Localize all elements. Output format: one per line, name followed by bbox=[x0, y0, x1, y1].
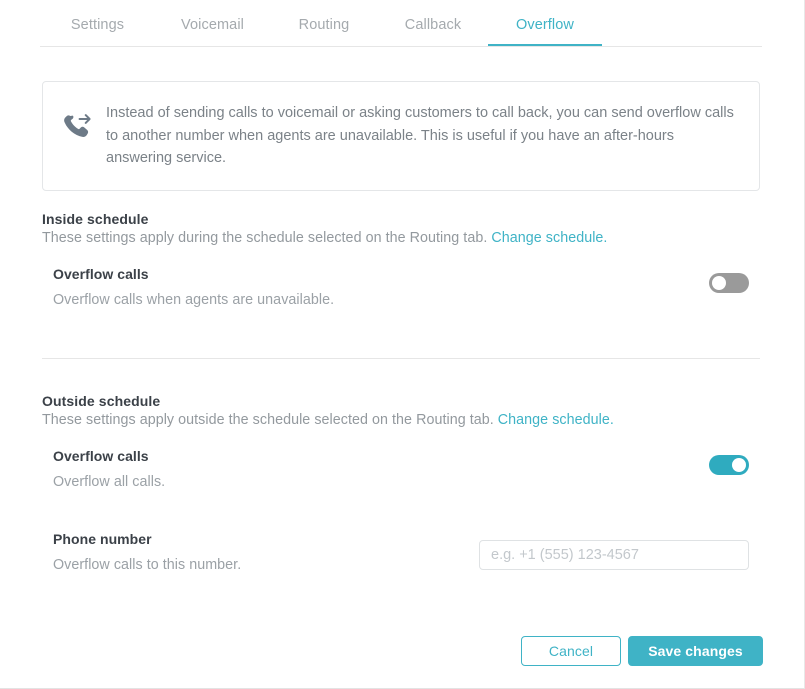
phone-number-title: Phone number bbox=[53, 531, 152, 547]
outside-change-schedule-link[interactable]: Change schedule. bbox=[498, 412, 614, 428]
info-banner-text: Instead of sending calls to voicemail or… bbox=[106, 105, 734, 166]
inside-schedule-title: Inside schedule bbox=[42, 211, 149, 227]
inside-schedule-description-text: These settings apply during the schedule… bbox=[42, 230, 488, 246]
toggle-knob bbox=[712, 276, 726, 290]
tab-overflow[interactable]: Overflow bbox=[488, 0, 602, 47]
phone-number-input[interactable] bbox=[479, 540, 749, 570]
phone-number-description: Overflow calls to this number. bbox=[53, 557, 242, 573]
outside-schedule-title: Outside schedule bbox=[42, 393, 161, 409]
outside-overflow-calls-title: Overflow calls bbox=[53, 448, 149, 464]
info-banner: Instead of sending calls to voicemail or… bbox=[42, 81, 760, 191]
section-divider bbox=[42, 358, 760, 359]
tab-settings[interactable]: Settings bbox=[40, 0, 155, 47]
overflow-settings-page: Settings Voicemail Routing Callback Over… bbox=[0, 0, 805, 689]
tab-voicemail[interactable]: Voicemail bbox=[155, 0, 270, 47]
save-changes-button[interactable]: Save changes bbox=[628, 636, 763, 666]
tab-callback[interactable]: Callback bbox=[378, 0, 488, 47]
outside-schedule-description-text: These settings apply outside the schedul… bbox=[42, 412, 494, 428]
inside-overflow-calls-description: Overflow calls when agents are unavailab… bbox=[53, 292, 335, 308]
tab-voicemail-label: Voicemail bbox=[181, 17, 244, 33]
cancel-button[interactable]: Cancel bbox=[521, 636, 621, 666]
call-forward-icon bbox=[63, 102, 103, 148]
tab-list: Settings Voicemail Routing Callback Over… bbox=[40, 0, 602, 47]
tab-bar-divider bbox=[40, 46, 762, 47]
inside-overflow-calls-title: Overflow calls bbox=[53, 266, 149, 282]
toggle-knob bbox=[732, 458, 746, 472]
tab-bar: Settings Voicemail Routing Callback Over… bbox=[0, 0, 804, 47]
tab-routing-label: Routing bbox=[298, 17, 350, 33]
inside-change-schedule-link[interactable]: Change schedule. bbox=[491, 230, 607, 246]
tab-routing[interactable]: Routing bbox=[270, 0, 378, 47]
outside-schedule-description: These settings apply outside the schedul… bbox=[42, 412, 614, 428]
outside-overflow-calls-toggle[interactable] bbox=[709, 455, 749, 475]
tab-overflow-label: Overflow bbox=[515, 17, 574, 33]
tab-callback-label: Callback bbox=[404, 17, 462, 33]
inside-overflow-calls-toggle[interactable] bbox=[709, 273, 749, 293]
inside-schedule-description: These settings apply during the schedule… bbox=[42, 230, 607, 246]
tab-settings-label: Settings bbox=[70, 17, 125, 33]
outside-overflow-calls-description: Overflow all calls. bbox=[53, 474, 166, 490]
